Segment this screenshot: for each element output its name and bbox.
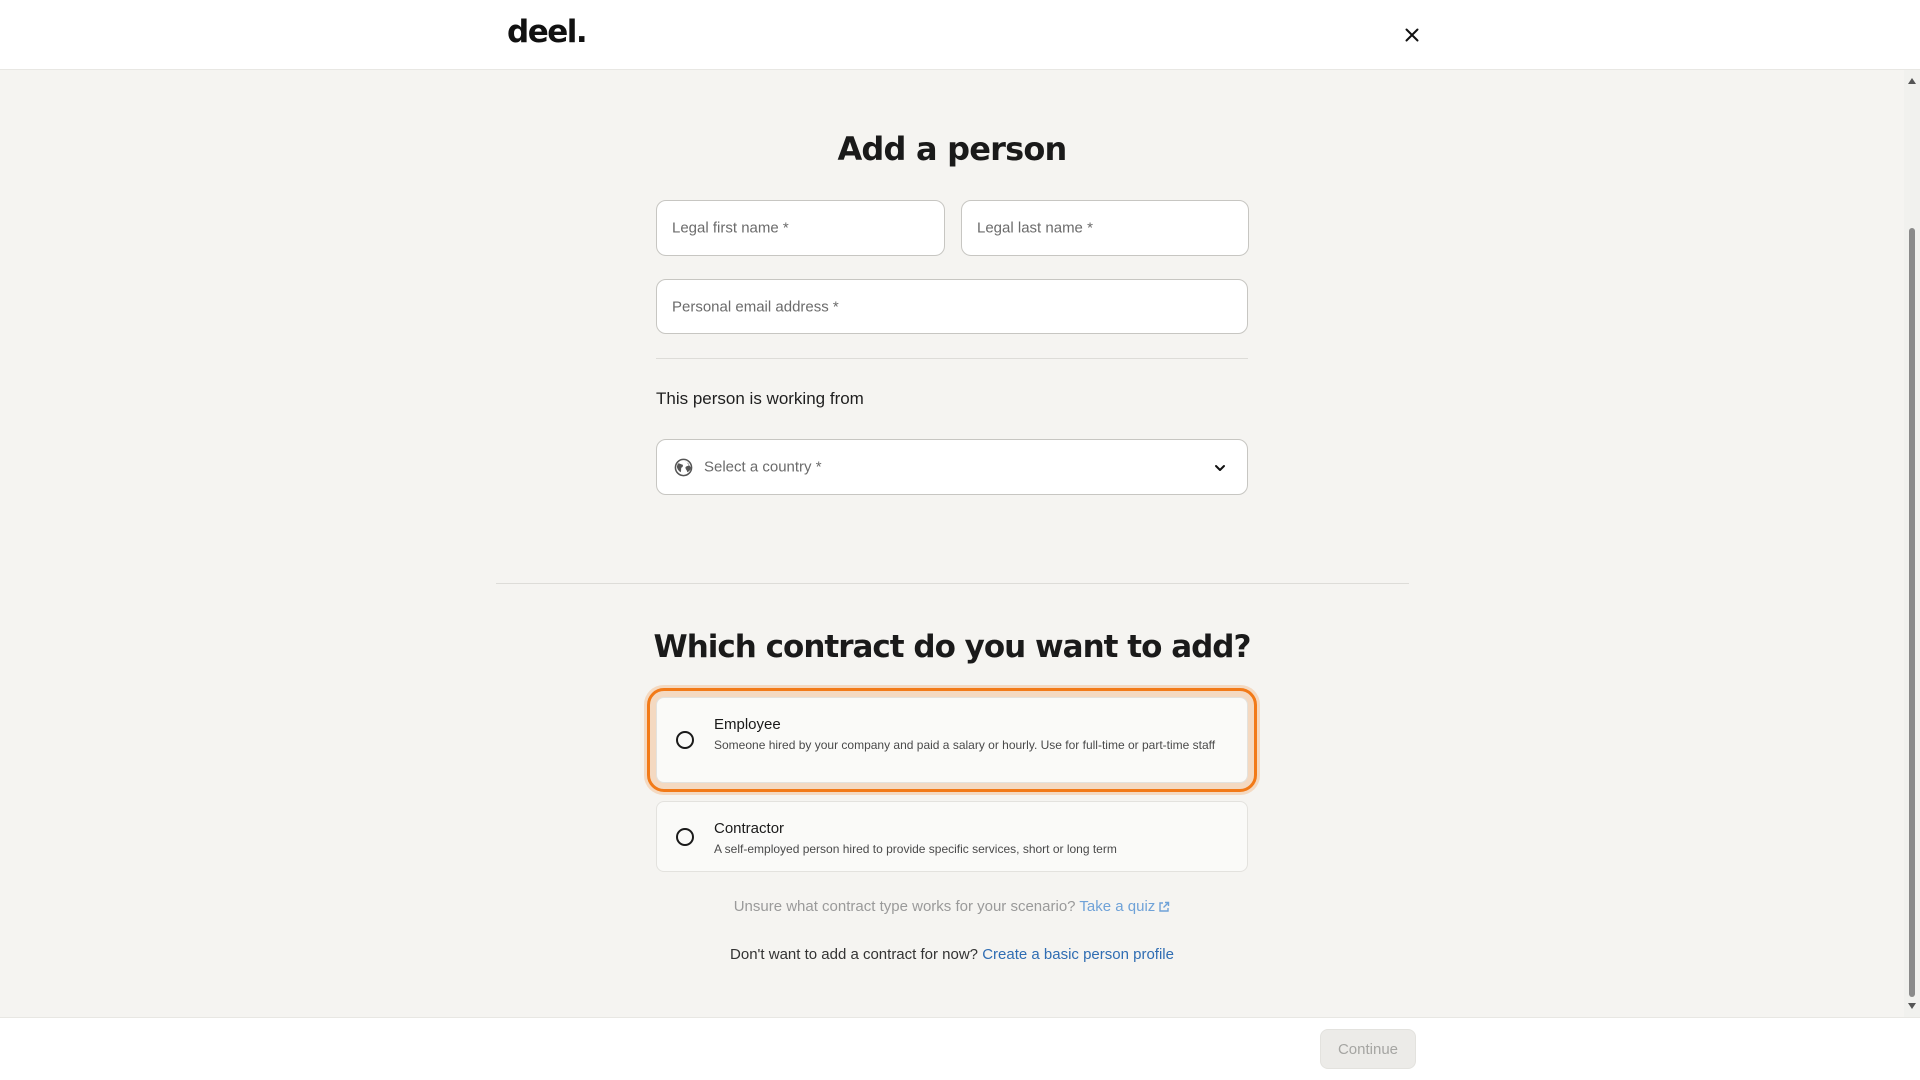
page-scrollbar[interactable] bbox=[1904, 70, 1920, 1017]
chevron-down-icon bbox=[1215, 465, 1225, 471]
create-basic-profile-link[interactable]: Create a basic person profile bbox=[982, 946, 1174, 963]
country-placeholder: Select a country * bbox=[704, 458, 822, 476]
deel-logo[interactable]: deel. bbox=[507, 14, 588, 50]
contractor-option-description: A self-employed person hired to provide … bbox=[714, 842, 1117, 856]
employee-option[interactable]: Employee Someone hired by your company a… bbox=[647, 688, 1257, 792]
first-name-field[interactable]: Legal first name * bbox=[656, 200, 945, 256]
working-from-label: This person is working from bbox=[656, 389, 864, 408]
scroll-down-arrow[interactable] bbox=[1908, 1003, 1916, 1009]
country-select[interactable]: Select a country * bbox=[656, 439, 1248, 495]
top-bar: deel. bbox=[0, 0, 1920, 70]
section-divider bbox=[496, 583, 1409, 584]
last-name-field[interactable]: Legal last name * bbox=[961, 200, 1249, 256]
quiz-prompt: Unsure what contract type works for your… bbox=[733, 898, 1076, 915]
scroll-thumb[interactable] bbox=[1909, 228, 1915, 997]
quiz-hint: Unsure what contract type works for your… bbox=[556, 898, 1348, 915]
footer-bar: Continue bbox=[0, 1017, 1920, 1080]
contractor-radio[interactable] bbox=[676, 828, 694, 846]
email-placeholder: Personal email address * bbox=[672, 298, 839, 315]
divider bbox=[656, 358, 1248, 359]
scroll-up-arrow[interactable] bbox=[1908, 78, 1916, 84]
email-field[interactable]: Personal email address * bbox=[656, 279, 1248, 334]
take-quiz-link[interactable]: Take a quiz bbox=[1079, 898, 1170, 915]
employee-option-description: Someone hired by your company and paid a… bbox=[714, 738, 1216, 752]
close-icon bbox=[1405, 28, 1419, 42]
last-name-placeholder: Legal last name * bbox=[977, 219, 1093, 237]
basic-profile-hint: Don't want to add a contract for now? Cr… bbox=[556, 946, 1348, 963]
employee-radio[interactable] bbox=[676, 731, 694, 749]
take-quiz-link-label: Take a quiz bbox=[1079, 898, 1156, 915]
contract-title: Which contract do you want to add? bbox=[653, 629, 1252, 665]
basic-profile-prompt: Don't want to add a contract for now? bbox=[730, 946, 979, 963]
contractor-option[interactable]: Contractor A self-employed person hired … bbox=[656, 801, 1248, 872]
employee-option-title: Employee bbox=[714, 716, 781, 733]
close-button[interactable] bbox=[1397, 20, 1427, 50]
globe-icon bbox=[674, 458, 693, 477]
contractor-option-title: Contractor bbox=[714, 820, 785, 837]
page-title: Add a person bbox=[837, 130, 1067, 168]
external-link-icon bbox=[1159, 901, 1170, 912]
continue-button[interactable]: Continue bbox=[1320, 1029, 1416, 1069]
first-name-placeholder: Legal first name * bbox=[672, 219, 789, 237]
